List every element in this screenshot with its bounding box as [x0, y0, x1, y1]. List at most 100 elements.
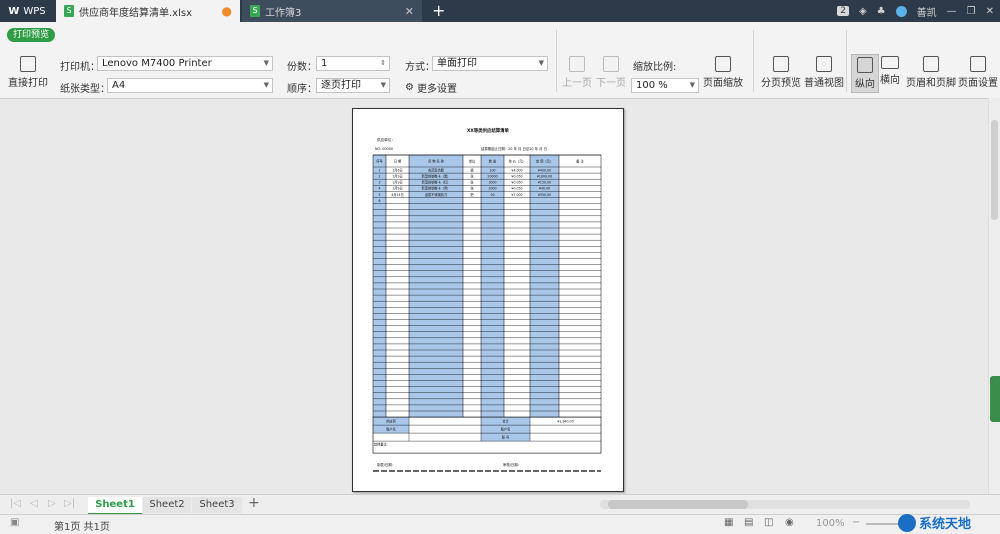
- print-mode-value: 单面打印: [437, 58, 477, 69]
- zoom-percent[interactable]: 100%: [816, 518, 845, 529]
- page-info: 第1页 共1页: [54, 522, 110, 533]
- table-cell: ¥150.00: [538, 181, 551, 185]
- table-cell: 2: [378, 175, 380, 179]
- page-break-view-icon[interactable]: ◫: [764, 517, 773, 528]
- table-cell: 3000: [488, 181, 496, 185]
- page-zoom-label: 页面缩放: [703, 78, 743, 89]
- window-controls: 2 ◈ ♣ 善凯 — ❐ ✕: [837, 0, 994, 22]
- print-preview-button[interactable]: 打印预览: [7, 28, 56, 42]
- footer-remarks: 其他备注：: [374, 442, 390, 447]
- chevron-down-icon: ▼: [263, 81, 269, 89]
- avatar[interactable]: [895, 5, 907, 17]
- page-zoom-button[interactable]: 页面缩放: [703, 56, 743, 89]
- window-count-badge[interactable]: 2: [837, 6, 849, 16]
- table-cell: 金属不锈钢剪刀: [425, 192, 447, 197]
- skin-icon[interactable]: ◈: [859, 6, 867, 17]
- portrait-icon: [857, 57, 873, 73]
- tab-label: 供应商年度结算清单.xlsx: [79, 7, 193, 19]
- scroll-thumb[interactable]: [608, 500, 748, 509]
- next-page-icon: [603, 56, 619, 72]
- close-icon[interactable]: ✕: [405, 5, 414, 18]
- signer-right: 审核/日期：: [503, 462, 521, 467]
- chevron-down-icon: ▼: [380, 81, 386, 89]
- order-label: 顺序：: [287, 84, 317, 95]
- page-break-preview-button[interactable]: 分页预览: [761, 56, 801, 89]
- restore-icon[interactable]: ❐: [967, 6, 976, 17]
- horizontal-scrollbar[interactable]: [600, 500, 970, 509]
- column-header: 单位: [469, 159, 476, 164]
- eye-protection-icon[interactable]: ◉: [785, 517, 794, 528]
- direct-print-label: 直接打印: [8, 78, 48, 89]
- table-cell: 2000: [488, 187, 496, 191]
- vertical-scrollbar[interactable]: [988, 98, 1000, 494]
- stepper-arrows-icon[interactable]: ⇕: [380, 57, 386, 70]
- print-preview-ribbon: 打印预览 直接打印 打印机： Lenovo M7400 Printer ▼ 纸张…: [0, 22, 1000, 99]
- page-setup-button[interactable]: 页面设置: [957, 56, 999, 89]
- prev-sheet-icon[interactable]: ◁: [30, 498, 38, 509]
- direct-print-button[interactable]: 直接打印: [8, 56, 48, 89]
- side-panel-handle[interactable]: [990, 376, 1000, 422]
- zoom-label: 缩放比例:: [633, 62, 677, 73]
- spreadsheet-icon: S: [250, 5, 260, 17]
- table-cell: ¥0.050: [511, 181, 522, 185]
- wps-menu-button[interactable]: W WPS: [0, 0, 54, 22]
- header-footer-button[interactable]: 页眉和页脚: [906, 56, 956, 89]
- prev-page-button[interactable]: 上一页: [562, 56, 592, 89]
- paper-type-select[interactable]: A4 ▼: [107, 78, 273, 93]
- last-sheet-icon[interactable]: ▷|: [64, 498, 75, 509]
- grid-view-icon: [816, 56, 832, 72]
- normal-view-button[interactable]: 普通视图: [804, 56, 844, 89]
- copies-stepper[interactable]: 1 ⇕: [316, 56, 390, 71]
- zoom-value: 100 %: [636, 80, 668, 91]
- printer-label: 打印机：: [60, 62, 100, 73]
- watermark-text: 系统天地: [919, 517, 972, 532]
- settings-gear-icon: ⚙: [405, 82, 414, 93]
- scroll-thumb[interactable]: [991, 120, 998, 220]
- table-cell: 50: [490, 193, 494, 197]
- column-header: 备 注: [576, 159, 584, 164]
- print-mode-select[interactable]: 单面打印 ▼: [432, 56, 548, 71]
- table-cell: 袋: [470, 167, 474, 172]
- supplier-label: 供应单位：: [377, 137, 395, 142]
- copies-value: 1: [321, 58, 328, 69]
- footer-total-value: ¥1,940.00: [557, 420, 573, 424]
- tab-workbook-settlement[interactable]: S 供应商年度结算清单.xlsx ●: [56, 0, 240, 22]
- next-page-button[interactable]: 下一页: [596, 56, 626, 89]
- next-sheet-icon[interactable]: ▷: [48, 498, 56, 509]
- prev-page-icon: [569, 56, 585, 72]
- chevron-down-icon: ▼: [689, 81, 695, 89]
- new-tab-button[interactable]: +: [432, 1, 445, 20]
- sheet-tab-2[interactable]: Sheet2: [143, 497, 191, 513]
- table-cell: ¥40.00: [539, 187, 550, 191]
- user-name[interactable]: 善凯: [917, 4, 937, 19]
- page-break-label: 分页预览: [761, 78, 801, 89]
- first-sheet-icon[interactable]: |◁: [10, 498, 21, 509]
- order-select[interactable]: 逐页打印 ▼: [316, 78, 390, 93]
- zoom-out-icon[interactable]: −: [852, 517, 860, 528]
- tab-workbook-3[interactable]: S 工作簿3 ✕: [242, 0, 422, 22]
- sheet-number: NO. 00000: [375, 147, 393, 151]
- sheet-tab-3[interactable]: Sheet3: [192, 497, 242, 513]
- footer-supplier: 供应商: [386, 419, 396, 424]
- watermark-logo: 系统天地: [898, 513, 971, 532]
- copies-label: 份数：: [287, 62, 317, 73]
- table-cell: 3: [378, 181, 380, 185]
- table-cell: ¥1000.00: [537, 175, 552, 179]
- portrait-button[interactable]: 纵向: [851, 54, 879, 93]
- add-sheet-button[interactable]: +: [248, 495, 260, 511]
- close-window-icon[interactable]: ✕: [986, 6, 994, 17]
- page-layout-icon[interactable]: ▤: [744, 517, 753, 528]
- macro-icon[interactable]: ▣: [10, 517, 19, 528]
- landscape-label: 横向: [880, 75, 900, 86]
- zoom-select[interactable]: 100 % ▼: [631, 78, 699, 93]
- table-cell: 5: [378, 193, 380, 197]
- landscape-button[interactable]: 横向: [880, 56, 900, 86]
- normal-view-icon[interactable]: ▦: [724, 517, 733, 528]
- globe-icon: [898, 513, 916, 532]
- printer-select[interactable]: Lenovo M7400 Printer ▼: [97, 56, 273, 71]
- sheet-tab-1[interactable]: Sheet1: [88, 497, 142, 515]
- shirt-icon[interactable]: ♣: [877, 6, 886, 17]
- more-settings-button[interactable]: ⚙ 更多设置: [405, 80, 457, 95]
- minimize-icon[interactable]: —: [947, 6, 957, 17]
- footer-account-name: 账户名: [386, 427, 396, 432]
